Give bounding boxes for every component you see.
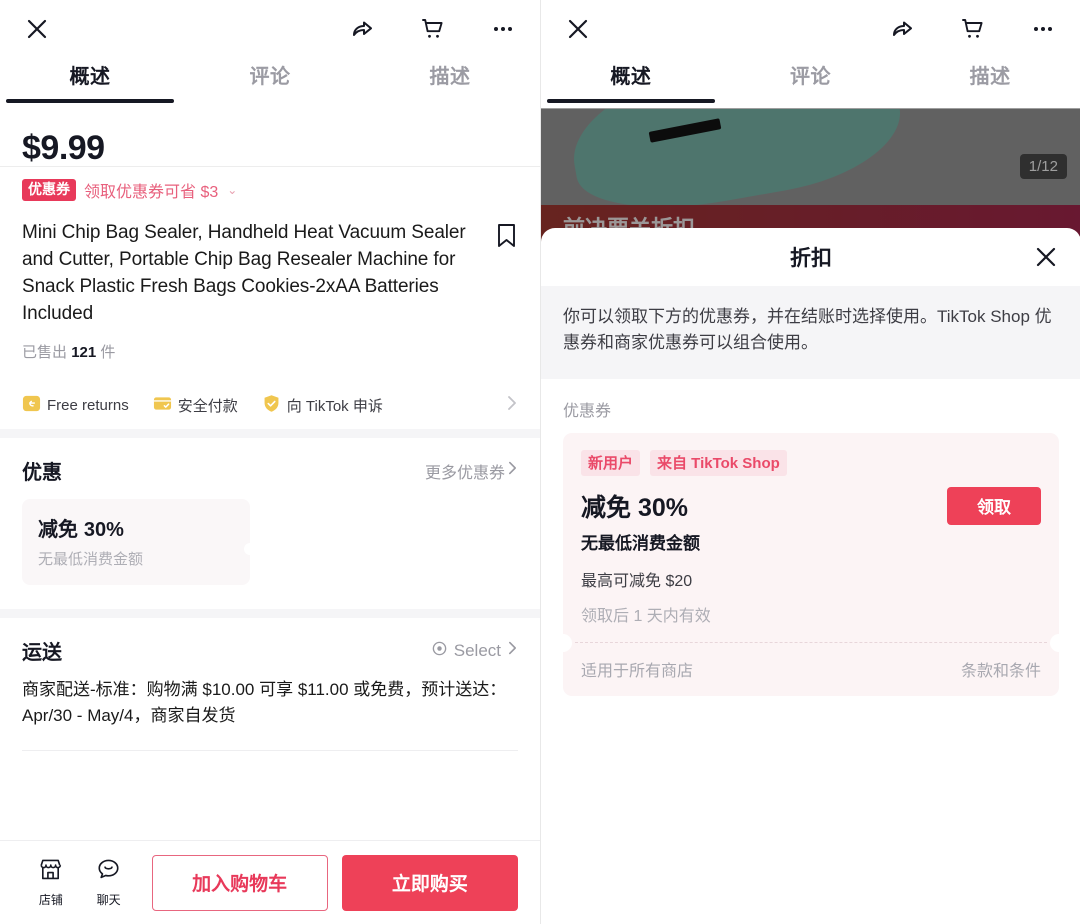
chat-label: 聊天 (96, 893, 121, 907)
coupon-subtitle: 无最低消费金额 (581, 533, 700, 553)
carousel-counter: 1/12 (1019, 154, 1067, 179)
offer-amount: 减免 30% (38, 513, 234, 542)
more-icon[interactable] (1026, 12, 1060, 46)
coupon-section-label: 优惠券 (563, 402, 612, 420)
tab-reviews[interactable]: 评论 (721, 58, 901, 89)
close-icon[interactable] (1031, 242, 1061, 272)
bookmark-icon[interactable] (495, 220, 518, 254)
shipping-select-link[interactable]: Select (431, 639, 518, 662)
modal-description: 你可以领取下方的优惠券，并在结账时选择使用。TikTok Shop 优惠券和商家… (541, 286, 1080, 379)
tab-overview[interactable]: 概述 (541, 58, 721, 89)
chat-bubble-icon (96, 857, 121, 887)
offer-amount-prefix: 减免 (38, 519, 78, 542)
more-icon[interactable] (486, 12, 520, 46)
tab-divider (0, 166, 540, 167)
product-image-carousel[interactable]: 1/12 (541, 109, 1080, 205)
modal-body: 优惠券 新用户 来自 TikTok Shop 减免 30% 无最低消费金额 最高… (541, 379, 1080, 696)
chevron-right-icon (507, 639, 518, 662)
coupon-tag-source: 来自 TikTok Shop (650, 449, 787, 476)
discount-bottom-sheet: 折扣 你可以领取下方的优惠券，并在结账时选择使用。TikTok Shop 优惠券… (541, 228, 1080, 924)
screenshot-stage: 概述 评论 描述 $9.99 优惠券 领取优惠券可省 $3 ⌄ Mini Chi… (0, 0, 1080, 924)
chevron-right-icon (507, 459, 518, 482)
tab-description[interactable]: 描述 (360, 58, 540, 89)
discount-modal-panel: 1/12 前决要关折扣 (540, 0, 1080, 924)
offer-subtitle: 无最低消费金额 (38, 551, 144, 569)
badge-tiktok-appeal: 向 TikTok 申诉 (262, 394, 383, 418)
claim-coupon-button[interactable]: 领取 (947, 486, 1041, 525)
product-title: Mini Chip Bag Sealer, Handheld Heat Vacu… (22, 222, 466, 325)
shipping-description: 商家配送-标准：购物满 $10.00 可享 $11.00 或免费，预计送达：Ap… (22, 680, 507, 725)
offers-section: 优惠 更多优惠券 减免 30% 无最低消费金额 (0, 438, 540, 586)
badge-free-returns: Free returns (22, 394, 129, 418)
coupon-amount-prefix: 减免 (581, 493, 632, 522)
product-image (561, 109, 911, 205)
section-divider (0, 429, 540, 439)
tab-bar: 概述 评论 描述 (0, 58, 540, 167)
product-price: $9.99 (22, 129, 105, 167)
shield-check-icon (262, 394, 281, 418)
action-bar: 店铺 聊天 加入购物车 立即购买 (0, 840, 540, 924)
share-icon[interactable] (346, 12, 380, 46)
product-detail-panel: 概述 评论 描述 $9.99 优惠券 领取优惠券可省 $3 ⌄ Mini Chi… (0, 0, 540, 924)
top-bar-right (541, 0, 1080, 58)
tab-reviews[interactable]: 评论 (180, 58, 360, 89)
cart-icon[interactable] (956, 12, 990, 46)
shipping-section: 运送 Select 商家配送-标准：购物满 $10.00 可享 $11.00 或… (0, 618, 540, 728)
top-bar (0, 0, 540, 58)
coupon-hint-row[interactable]: 优惠券 领取优惠券可省 $3 ⌄ (22, 178, 518, 202)
offer-amount-value: 30% (83, 519, 124, 542)
offers-title: 优惠 (22, 462, 62, 485)
sold-count-row: 已售出 121 件 (0, 328, 540, 362)
coupon-badge: 优惠券 (22, 179, 76, 202)
coupon-max-discount: 最高可减免 $20 (581, 572, 693, 590)
more-coupons-link[interactable]: 更多优惠券 (425, 459, 518, 483)
add-to-cart-button[interactable]: 加入购物车 (151, 854, 328, 911)
coupon-perforation (563, 633, 1059, 652)
tab-bar-right: 概述 评论 描述 (541, 58, 1080, 108)
close-icon[interactable] (20, 12, 54, 46)
location-pin-icon (431, 640, 448, 662)
sold-prefix: 已售出 (22, 344, 68, 362)
modal-header: 折扣 (541, 228, 1080, 286)
share-icon[interactable] (886, 12, 920, 46)
shop-label: 店铺 (38, 893, 63, 907)
section-divider-2 (0, 609, 540, 619)
chat-button[interactable]: 聊天 (80, 857, 138, 908)
shipping-title: 运送 (22, 642, 62, 665)
sold-count: 121 (71, 344, 97, 362)
secure-payment-icon (153, 394, 172, 418)
trust-badges-row[interactable]: Free returns 安全付款 向 TikTok 申诉 (0, 382, 540, 429)
chevron-right-icon (506, 393, 518, 418)
coupon-amount-value: 30% (637, 493, 689, 522)
coupon-tag-new-user: 新用户 (581, 449, 641, 476)
coupon-card[interactable]: 新用户 来自 TikTok Shop 减免 30% 无最低消费金额 最高可减免 … (563, 432, 1059, 696)
badge-label: 向 TikTok 申诉 (286, 398, 383, 416)
badge-secure-payment: 安全付款 (153, 394, 238, 418)
coupon-scope: 适用于所有商店 (581, 662, 694, 680)
cart-icon[interactable] (416, 12, 450, 46)
modal-title: 折扣 (790, 247, 832, 270)
sold-suffix: 件 (100, 344, 116, 362)
buy-now-button[interactable]: 立即购买 (341, 854, 518, 911)
more-coupons-label: 更多优惠券 (424, 464, 505, 482)
coupon-notch-right (1050, 633, 1059, 652)
shipping-divider (22, 750, 518, 752)
product-content: $9.99 优惠券 领取优惠券可省 $3 ⌄ Mini Chip Bag Sea… (0, 108, 540, 752)
badge-label: 安全付款 (177, 398, 238, 416)
tab-overview[interactable]: 概述 (0, 58, 180, 89)
tab-description[interactable]: 描述 (900, 58, 1080, 89)
shipping-select-label: Select (453, 640, 501, 660)
badge-label: Free returns (47, 397, 129, 415)
shop-button[interactable]: 店铺 (22, 857, 80, 908)
title-row: Mini Chip Bag Sealer, Handheld Heat Vacu… (0, 202, 540, 328)
price-block: $9.99 优惠券 领取优惠券可省 $3 ⌄ (0, 108, 540, 202)
offer-coupon-card[interactable]: 减免 30% 无最低消费金额 (22, 499, 256, 586)
chevron-down-icon[interactable]: ⌄ (227, 183, 237, 197)
coupon-terms-link[interactable]: 条款和条件 (961, 657, 1041, 681)
close-icon[interactable] (561, 12, 595, 46)
coupon-hint-text: 领取优惠券可省 $3 (84, 184, 219, 202)
storefront-icon (38, 857, 63, 887)
return-box-icon (22, 394, 41, 418)
coupon-validity: 领取后 1 天内有效 (581, 607, 711, 625)
